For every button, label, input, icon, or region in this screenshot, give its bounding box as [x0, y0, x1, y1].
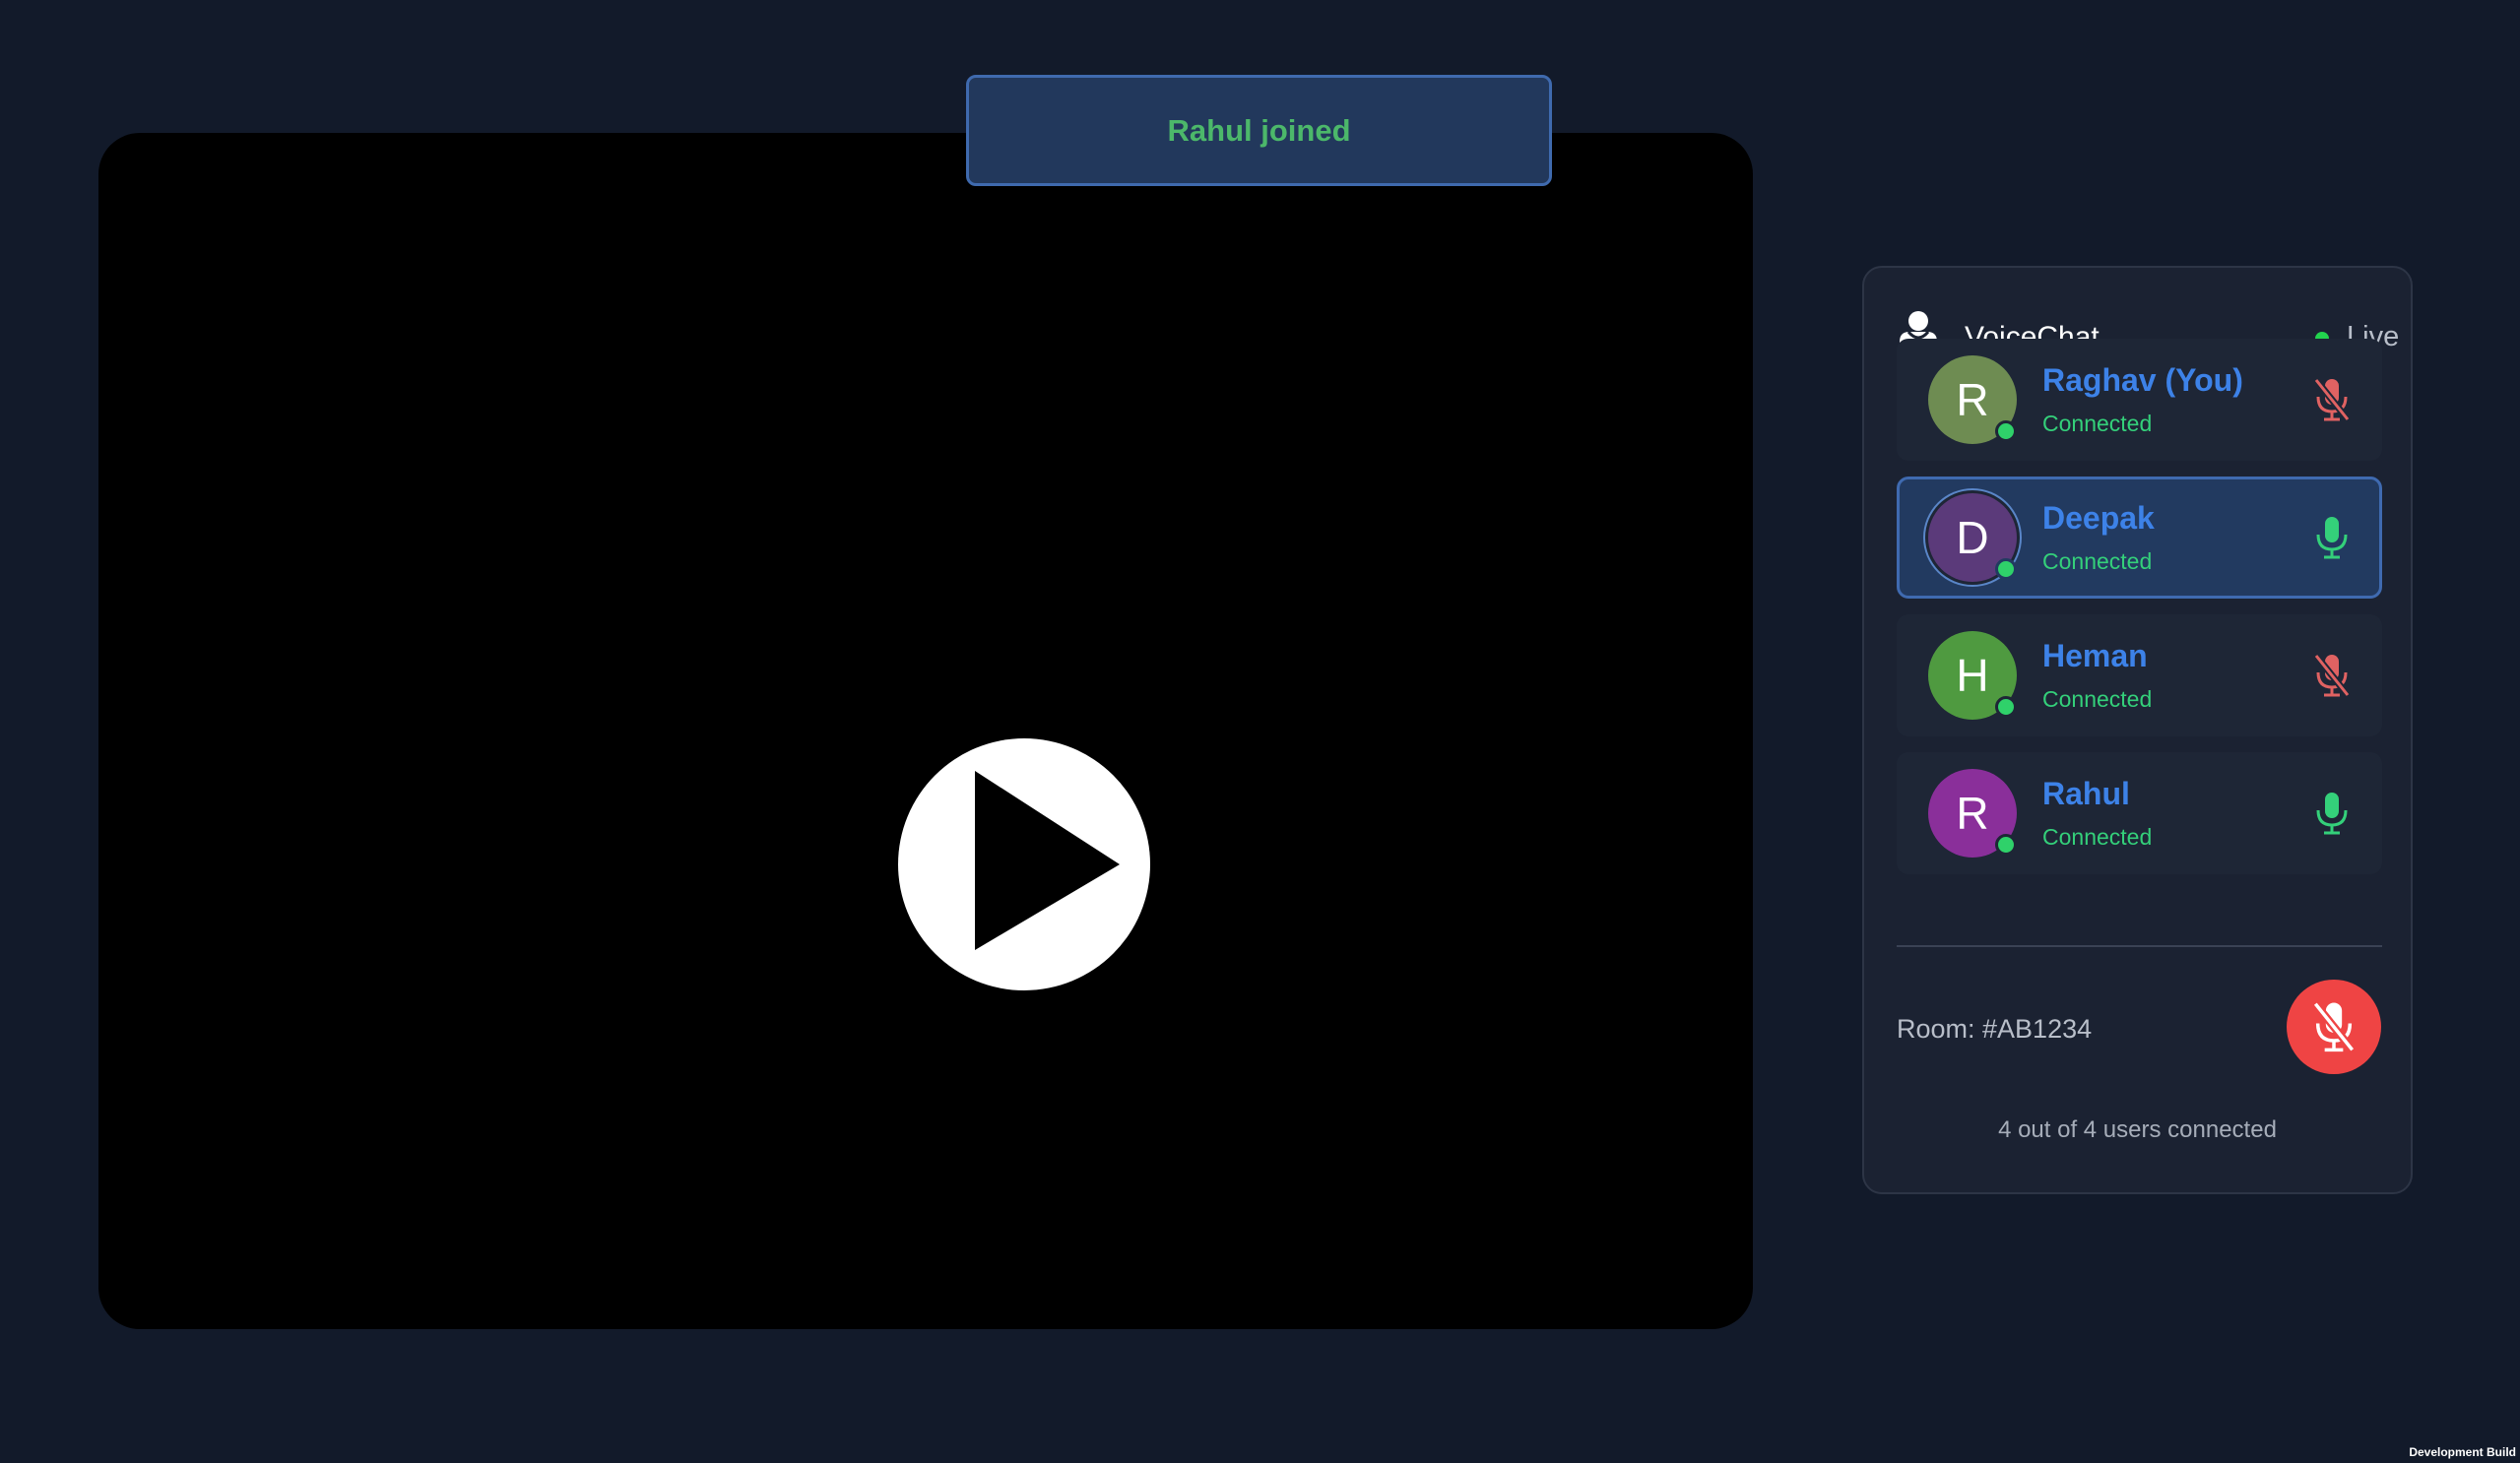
room-id: Room: #AB1234	[1897, 1014, 2093, 1044]
participant-status: Connected	[2042, 686, 2153, 712]
participant-row[interactable]: R Rahul Connected	[1897, 752, 2382, 874]
participant-name: Heman	[2042, 638, 2148, 673]
join-notification-text: Rahul joined	[1167, 112, 1351, 148]
participant-status: Connected	[2042, 548, 2153, 574]
mic-muted-icon[interactable]	[2310, 652, 2354, 699]
participant-row[interactable]: R Raghav (You) Connected	[1897, 339, 2382, 461]
voice-chat-panel: VoiceChat Live R Raghav (You) Connected …	[1862, 266, 2413, 1194]
online-status-dot	[1995, 696, 2017, 718]
avatar: R	[1928, 355, 2017, 444]
video-player[interactable]	[98, 133, 1753, 1329]
mic-muted-icon[interactable]	[2310, 376, 2354, 423]
join-notification: Rahul joined	[966, 75, 1552, 186]
participant-name: Raghav (You)	[2042, 362, 2243, 398]
online-status-dot	[1995, 420, 2017, 442]
mic-icon[interactable]	[2310, 790, 2354, 837]
avatar: H	[1928, 631, 2017, 720]
participant-row[interactable]: H Heman Connected	[1897, 614, 2382, 736]
participant-name: Rahul	[2042, 776, 2130, 811]
avatar: R	[1928, 769, 2017, 858]
users-connected-count: 4 out of 4 users connected	[1998, 1116, 2277, 1143]
mute-button[interactable]	[2287, 980, 2381, 1074]
play-button[interactable]	[898, 738, 1150, 990]
online-status-dot	[1995, 558, 2017, 580]
participant-row[interactable]: D Deepak Connected	[1897, 477, 2382, 599]
participant-status: Connected	[2042, 411, 2153, 436]
participant-name: Deepak	[2042, 500, 2155, 536]
mic-muted-icon	[2312, 1001, 2356, 1052]
mic-icon[interactable]	[2310, 514, 2354, 561]
dev-build-label: Development Build	[2409, 1445, 2516, 1459]
divider	[1897, 945, 2382, 947]
avatar: D	[1928, 493, 2017, 582]
online-status-dot	[1995, 834, 2017, 856]
participant-status: Connected	[2042, 824, 2153, 850]
play-icon	[975, 771, 1120, 950]
